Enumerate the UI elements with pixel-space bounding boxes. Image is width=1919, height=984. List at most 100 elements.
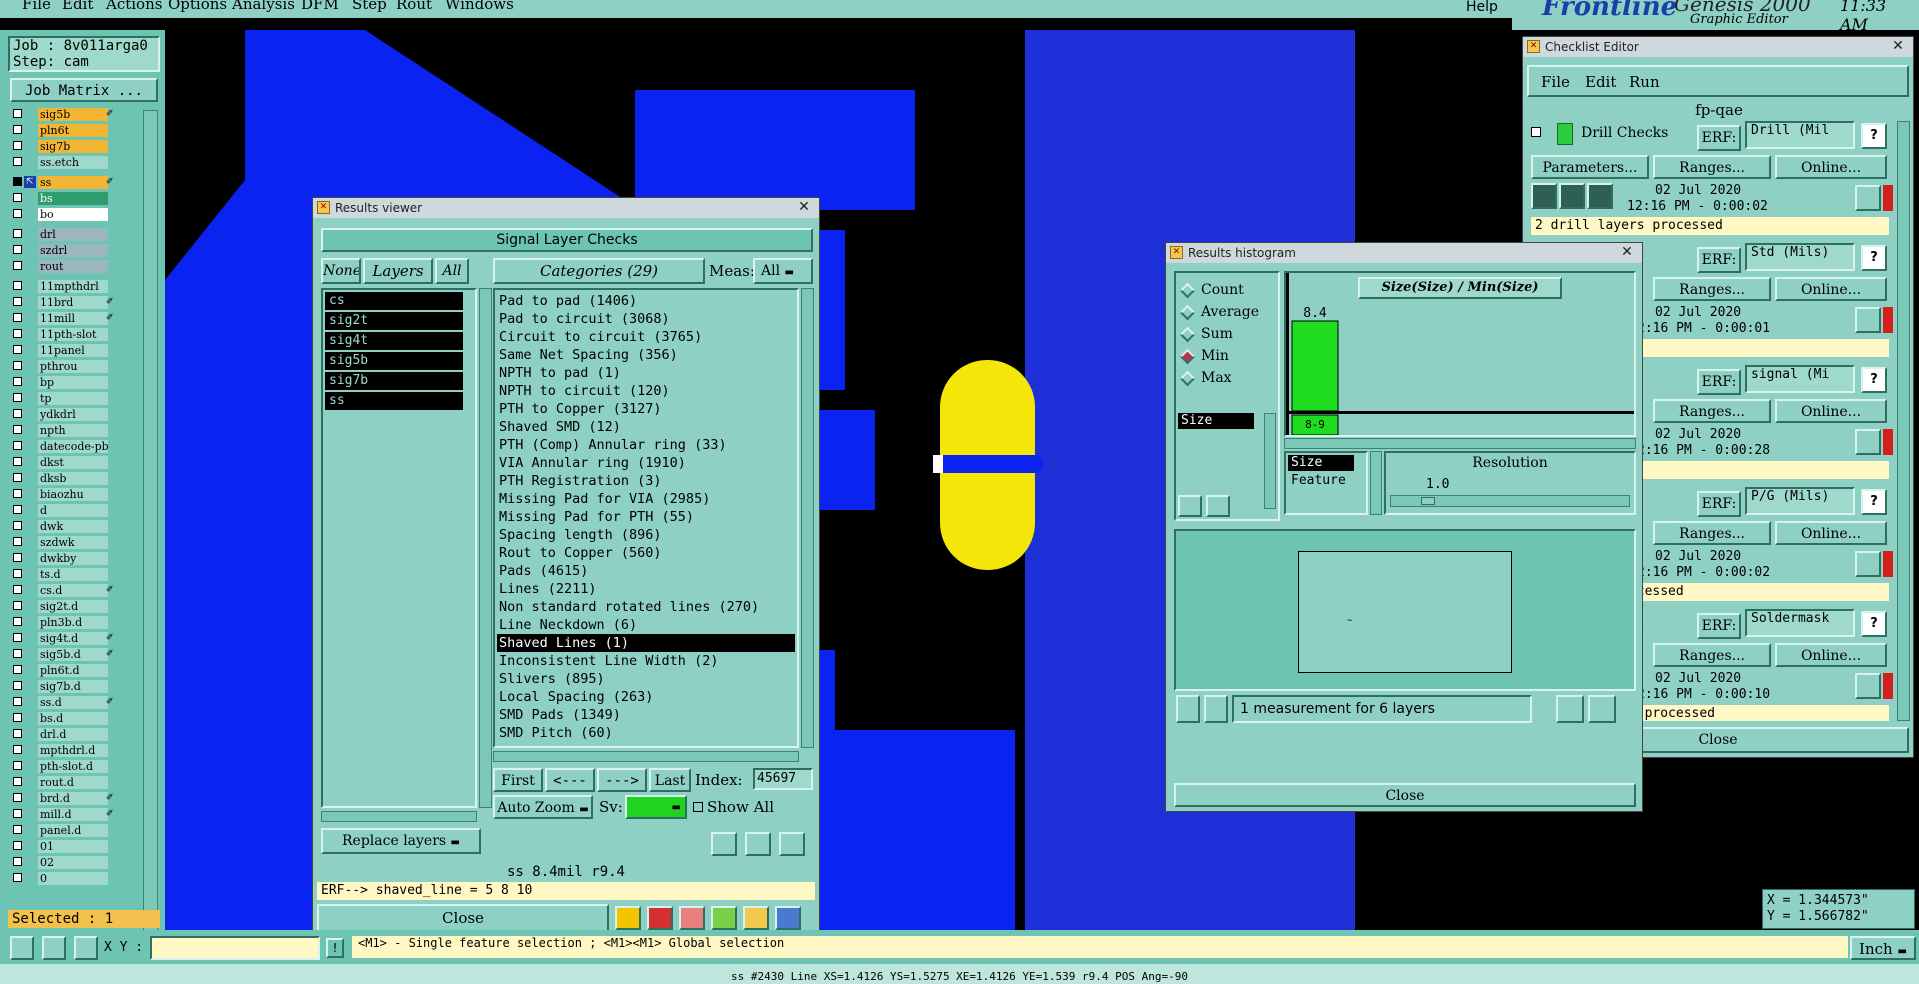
category-item[interactable]: Circuit to circuit (3765) <box>497 328 795 346</box>
radio-average[interactable]: Average <box>1179 301 1272 323</box>
layer-checkbox[interactable] <box>13 873 22 882</box>
layer-row[interactable]: sig2t.d <box>10 600 138 613</box>
layer-checkbox[interactable] <box>13 193 22 202</box>
layer-row[interactable]: ts.d <box>10 568 138 581</box>
online-button[interactable]: Online... <box>1775 399 1887 423</box>
job-matrix-button[interactable]: Job Matrix ... <box>10 78 158 102</box>
radio-sum[interactable]: Sum <box>1179 323 1272 345</box>
layer-row[interactable]: pln6t <box>10 124 138 137</box>
layer-row[interactable]: 11mill ✐ <box>10 312 138 325</box>
reference-icon[interactable] <box>1204 695 1228 723</box>
size-list-scroll[interactable] <box>1264 413 1276 509</box>
layer-checkbox[interactable] <box>13 521 22 530</box>
category-item[interactable]: Lines (2211) <box>497 580 795 598</box>
layer-checkbox[interactable] <box>13 857 22 866</box>
next-button[interactable]: ---> <box>597 768 647 792</box>
radio-icon[interactable] <box>1179 370 1196 386</box>
layer-checkbox[interactable] <box>13 141 22 150</box>
online-button[interactable]: Online... <box>1775 277 1887 301</box>
check-enable-checkbox[interactable] <box>1531 127 1541 137</box>
histogram-hscroll[interactable] <box>1284 438 1636 449</box>
checklist-menu-run[interactable]: Run <box>1629 73 1660 91</box>
layer-row[interactable]: szdrl <box>10 244 138 257</box>
layer-row[interactable]: sig5b ✐ <box>10 108 138 121</box>
layer-item[interactable]: sig2t <box>325 312 463 330</box>
zoom-icon[interactable] <box>1855 307 1881 333</box>
chart-icon[interactable] <box>775 906 801 930</box>
category-item[interactable]: SMD Pitch (60) <box>497 724 795 742</box>
layer-row[interactable]: dksb <box>10 472 138 485</box>
layer-checkbox[interactable] <box>13 649 22 658</box>
category-item[interactable]: PTH (Comp) Annular ring (33) <box>497 436 795 454</box>
menu-step[interactable]: Step <box>352 0 387 12</box>
layer-checkbox[interactable] <box>13 793 22 802</box>
layer-row[interactable]: 01 <box>10 840 138 853</box>
info-icon[interactable]: ! <box>326 938 344 958</box>
checklist-vscroll[interactable] <box>1897 121 1910 721</box>
layer-row[interactable]: sig5b.d ✐ <box>10 648 138 661</box>
auto-zoom-dropdown[interactable]: Auto Zoom ▬ <box>493 795 593 819</box>
radio-count[interactable]: Count <box>1179 279 1272 301</box>
reference-icon[interactable] <box>745 832 771 856</box>
layer-row[interactable]: bs <box>10 192 138 205</box>
layer-item[interactable]: sig4t <box>325 332 463 350</box>
layer-checkbox[interactable] <box>13 441 22 450</box>
results-tool-icon-1[interactable] <box>615 906 641 930</box>
check-name[interactable]: Drill Checks <box>1581 125 1668 141</box>
category-item[interactable]: Shaved SMD (12) <box>497 418 795 436</box>
layer-checkbox[interactable] <box>13 297 22 306</box>
layer-row[interactable]: drl.d <box>10 728 138 741</box>
layer-row[interactable]: pln3b.d <box>10 616 138 629</box>
delete-icon[interactable] <box>711 832 737 856</box>
layer-row[interactable]: 11panel <box>10 344 138 357</box>
zoom-icon[interactable] <box>1855 429 1881 455</box>
layer-checkbox[interactable] <box>13 681 22 690</box>
category-item[interactable]: PTH to Copper (3127) <box>497 400 795 418</box>
x-field-size[interactable]: Size <box>1288 455 1354 471</box>
categories-list-hscroll[interactable] <box>493 751 799 762</box>
layer-row[interactable]: panel.d <box>10 824 138 837</box>
layer-checkbox[interactable] <box>13 157 22 166</box>
layer-checkbox[interactable] <box>13 569 22 578</box>
layer-checkbox[interactable] <box>13 633 22 642</box>
ranges-button[interactable]: Ranges... <box>1653 521 1771 545</box>
export-icon[interactable] <box>1556 695 1584 723</box>
layer-checkbox[interactable] <box>13 109 22 118</box>
menu-actions[interactable]: Actions <box>106 0 162 12</box>
layer-row[interactable]: mpthdrl.d <box>10 744 138 757</box>
results-tool-icon-3[interactable] <box>679 906 705 930</box>
show-all-checkbox[interactable] <box>693 802 703 812</box>
layer-row[interactable]: dkst <box>10 456 138 469</box>
layer-checkbox[interactable] <box>13 729 22 738</box>
layers-list-vscroll[interactable] <box>479 288 492 808</box>
online-button[interactable]: Online... <box>1775 643 1887 667</box>
category-item[interactable]: Non standard rotated lines (270) <box>497 598 795 616</box>
layer-row[interactable]: sig4t.d ✐ <box>10 632 138 645</box>
layer-row[interactable]: cs.d ✐ <box>10 584 138 597</box>
online-button[interactable]: Online... <box>1775 155 1887 179</box>
delete-icon[interactable] <box>1178 495 1202 517</box>
menu-rout[interactable]: Rout <box>396 0 432 12</box>
layer-checkbox[interactable] <box>13 209 22 218</box>
last-button[interactable]: Last <box>649 768 691 792</box>
layer-checkbox[interactable] <box>13 617 22 626</box>
close-icon[interactable]: ✕ <box>1887 38 1909 55</box>
category-item[interactable]: Spacing length (896) <box>497 526 795 544</box>
layer-row[interactable]: datecode-pbo <box>10 440 138 453</box>
layer-item[interactable]: ss <box>325 392 463 410</box>
erf-value-field[interactable]: P/G (Mils) <box>1745 487 1855 515</box>
undo-icon[interactable] <box>779 832 805 856</box>
category-item[interactable]: Pad to pad (1406) <box>497 292 795 310</box>
category-item[interactable]: NPTH to circuit (120) <box>497 382 795 400</box>
resolution-slider[interactable] <box>1390 495 1630 507</box>
category-item[interactable]: VIA Annular ring (1910) <box>497 454 795 472</box>
layer-checkbox[interactable] <box>13 489 22 498</box>
prev-button[interactable]: <--- <box>545 768 595 792</box>
erf-value-field[interactable]: signal (Mi <box>1745 365 1855 393</box>
layer-checkbox[interactable] <box>13 329 22 338</box>
layer-list-scrollbar[interactable] <box>143 110 158 932</box>
layer-checkbox[interactable] <box>13 537 22 546</box>
help-icon[interactable]: ? <box>1861 367 1887 393</box>
all-button[interactable]: All <box>435 258 469 284</box>
layer-row[interactable]: 11mpthdrl <box>10 280 138 293</box>
